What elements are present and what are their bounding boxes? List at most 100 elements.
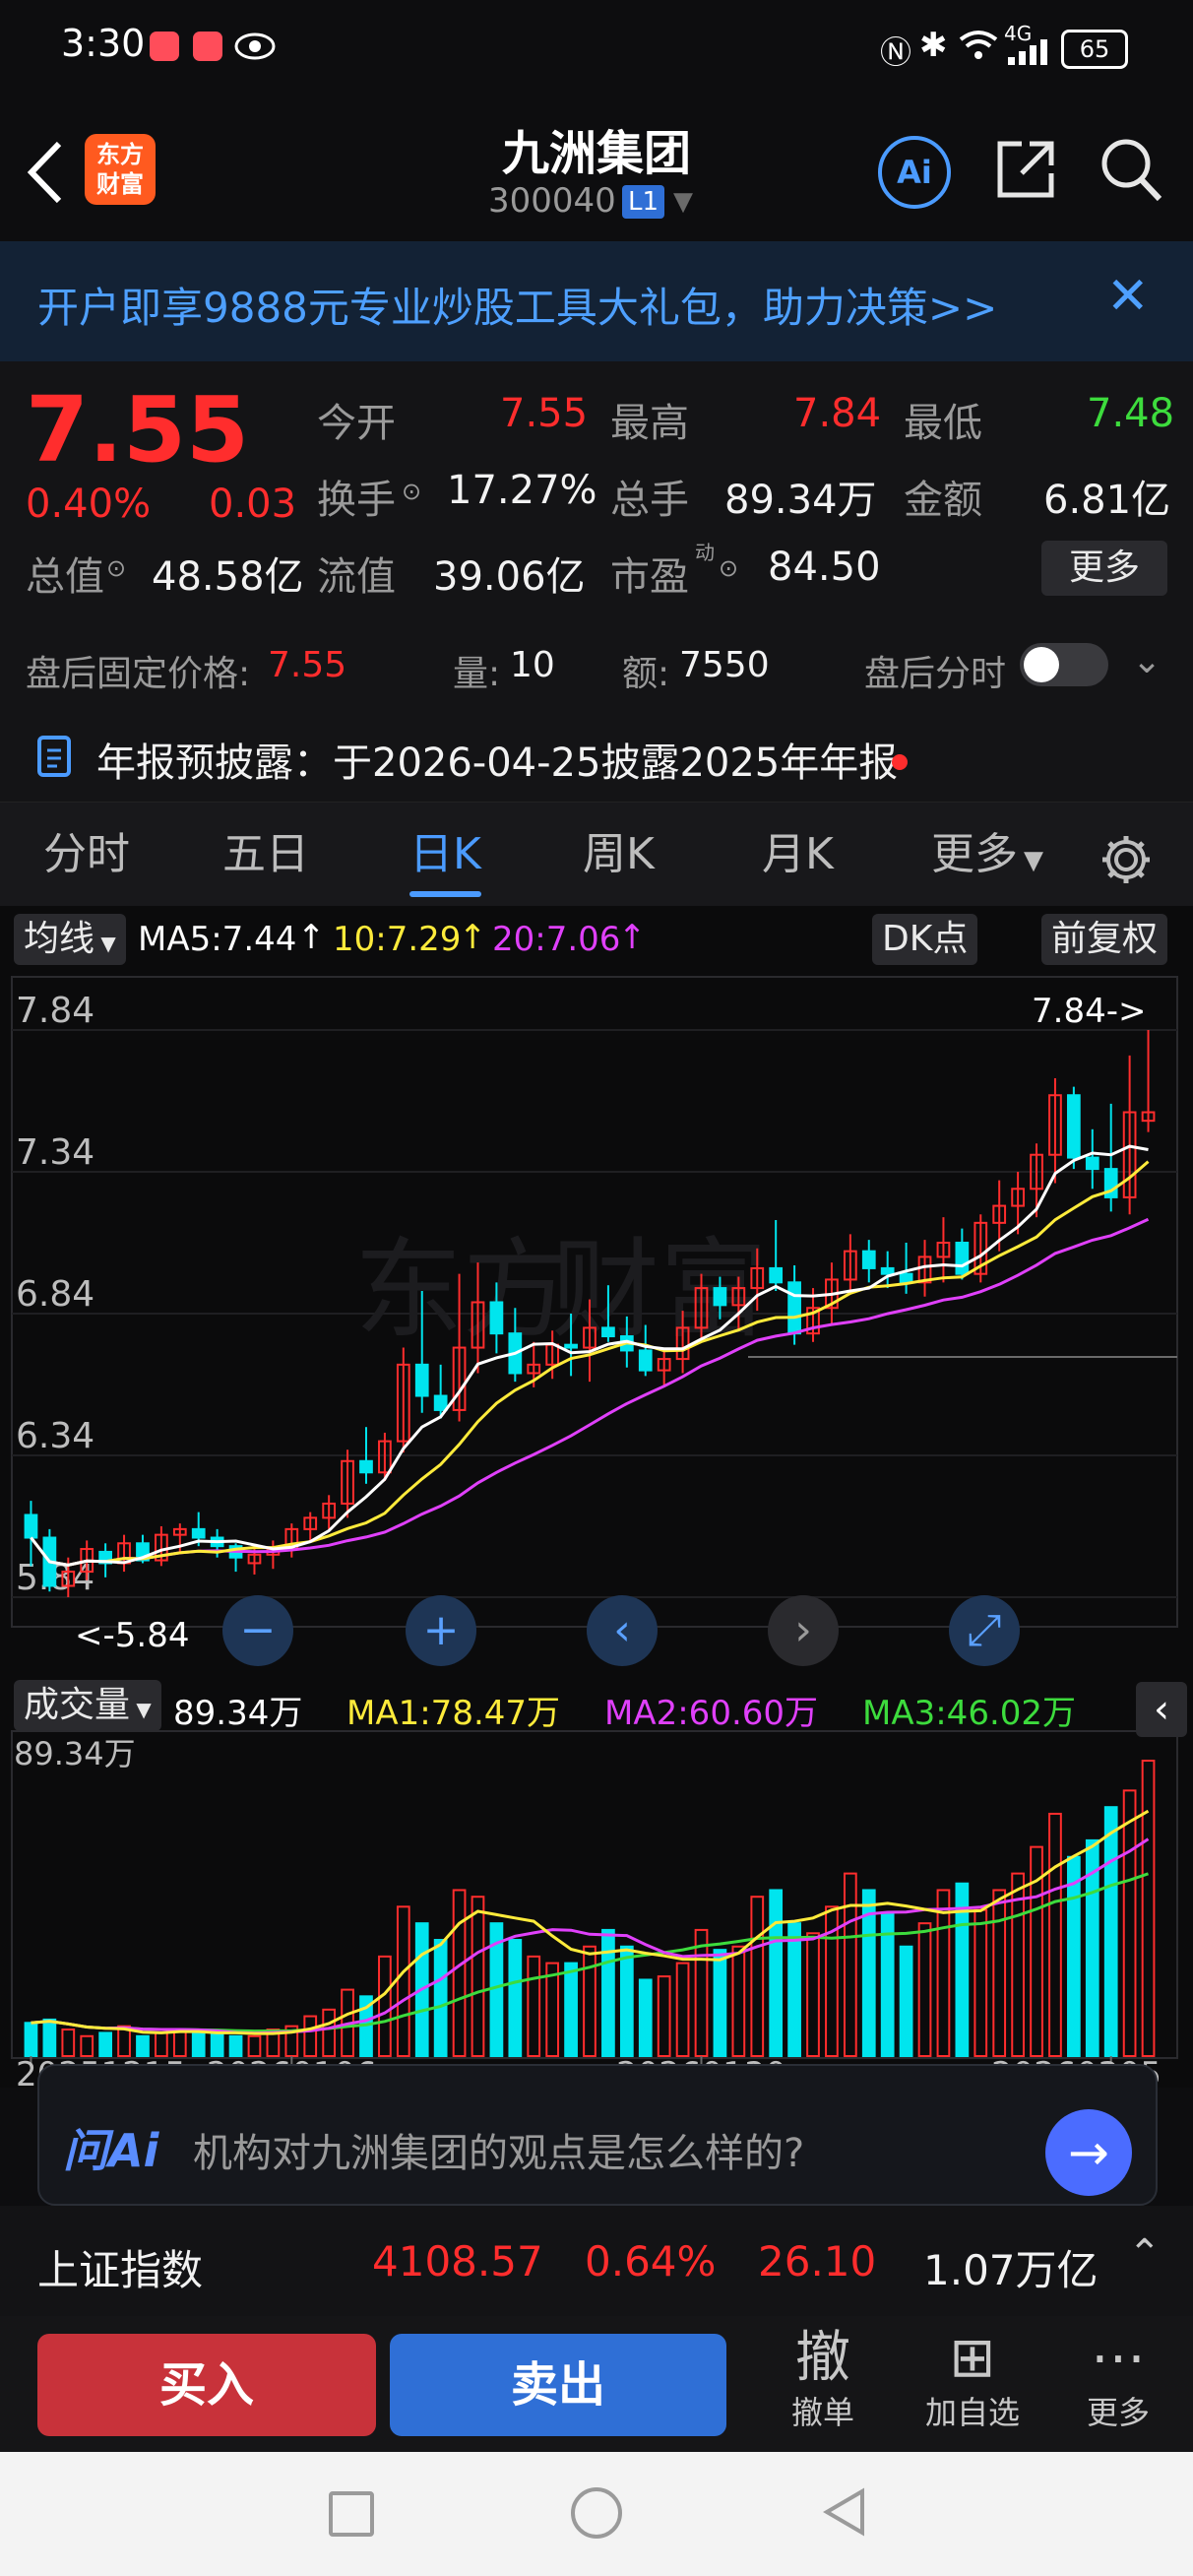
turnover-label: 换手	[317, 478, 396, 523]
volume-bar	[1048, 1812, 1062, 2057]
tab-monthly-k[interactable]: 月K	[762, 803, 834, 907]
vol-ma3-label: MA3:46.02万	[862, 1694, 1077, 1733]
chevron-down-icon[interactable]: ▼	[673, 187, 693, 217]
watermark: 东方	[354, 1227, 571, 1353]
open-label: 今开	[317, 401, 396, 446]
home-icon[interactable]	[571, 2487, 622, 2539]
volume-bar	[303, 2015, 318, 2057]
float-value: 39.06亿	[433, 554, 586, 600]
close-icon[interactable]: ✕	[1106, 267, 1150, 326]
unread-dot	[892, 754, 908, 770]
promo-banner[interactable]: 开户即享9888元专业炒股工具大礼包，助力决策>> ✕	[0, 241, 1193, 361]
annual-report-notice[interactable]: 年报预披露：于2026-04-25披露2025年年报	[0, 713, 1193, 802]
volume-bar	[1122, 1789, 1137, 2058]
volume-value: 89.34万	[724, 478, 877, 523]
pe-value: 84.50	[768, 545, 881, 590]
volume-bar	[322, 2008, 337, 2057]
document-icon	[37, 736, 71, 777]
kline-chart-area[interactable]: 均线 ▼ MA5:7.44 ↑ 10:7.29 ↑ 20:7.06 ↑ DK点 …	[0, 906, 1193, 2088]
y-tick-label: 6.84	[16, 1274, 94, 1315]
arrow-right-icon[interactable]: →	[1045, 2109, 1132, 2196]
volume-selector[interactable]: 成交量 ▼	[14, 1680, 161, 1731]
candle-body	[359, 1459, 373, 1474]
dk-point-button[interactable]: DK点	[872, 914, 978, 965]
index-change: 26.10	[758, 2237, 877, 2286]
tab-more[interactable]: 更多 ▼	[931, 803, 1043, 907]
tab-daily-k[interactable]: 日K	[409, 803, 481, 907]
chevron-up-icon[interactable]: ⌃	[1128, 2231, 1162, 2277]
zoom-out-button[interactable]: −	[222, 1595, 293, 1666]
nav-bar: 东方 财富 九洲集团 300040 L1 ▼ Ai	[0, 98, 1193, 241]
candle-body	[880, 1266, 895, 1275]
sell-button[interactable]: 卖出	[390, 2334, 726, 2436]
volume-bar	[1141, 1760, 1156, 2057]
volume-bar	[564, 1962, 578, 2057]
turnover-value: 17.27%	[447, 468, 597, 513]
ai-question-bar[interactable]: 问Ai 机构对九洲集团的观点是怎么样的? →	[37, 2064, 1158, 2206]
index-ticker[interactable]: 上证指数 4108.57 0.64% 26.10 1.07万亿 ⌃	[0, 2206, 1193, 2316]
volume-bar	[731, 1945, 746, 2057]
stock-code: 300040	[488, 181, 616, 221]
high-label: 最高	[610, 401, 689, 446]
ma-selector[interactable]: 均线 ▼	[14, 914, 126, 965]
candle-body	[955, 1242, 970, 1275]
scroll-left-button[interactable]: ‹	[587, 1595, 658, 1666]
y-tick-label: 7.34	[16, 1132, 94, 1173]
back-icon[interactable]	[22, 138, 69, 207]
expand-icon[interactable]: ⤢	[949, 1595, 1020, 1666]
mktcap-value: 48.58亿	[152, 554, 304, 600]
candle-body	[564, 1343, 578, 1349]
add-watchlist-button[interactable]: ⊞ 加自选	[913, 2324, 1032, 2432]
share-icon[interactable]	[994, 138, 1057, 201]
settings-gear-icon[interactable]	[1099, 832, 1154, 887]
volume-bar	[657, 1975, 671, 2058]
app-logo[interactable]: 东方 财富	[85, 134, 156, 205]
more-actions-label: 更多	[1086, 2394, 1150, 2431]
current-price: 7.55	[26, 377, 249, 483]
after-hours-amt-label: 额:	[622, 654, 670, 694]
notification-icon	[193, 32, 222, 61]
zoom-in-button[interactable]: +	[406, 1595, 476, 1666]
tab-five-day[interactable]: 五日	[222, 803, 309, 907]
cancel-order-button[interactable]: 撤 撤单	[764, 2324, 882, 2432]
volume-label: 总手	[610, 478, 689, 523]
tab-intraday[interactable]: 分时	[43, 803, 130, 907]
add-square-icon: ⊞	[949, 2326, 996, 2390]
chevron-down-icon[interactable]: ⌄	[1132, 641, 1162, 681]
candle-body	[861, 1250, 876, 1269]
status-time: 3:30	[61, 22, 146, 65]
volume-bar	[750, 1896, 765, 2058]
info-icon[interactable]: ⊙	[719, 554, 738, 582]
candle-body	[1085, 1156, 1099, 1171]
search-icon[interactable]	[1099, 136, 1163, 203]
back-triangle-icon[interactable]	[819, 2485, 868, 2539]
ai-icon[interactable]: Ai	[878, 136, 951, 209]
wifi-icon	[959, 31, 998, 59]
scroll-right-button[interactable]: ›	[768, 1595, 839, 1666]
notice-text[interactable]: 年报预披露：于2026-04-25披露2025年年报	[96, 731, 898, 788]
banner-text[interactable]: 开户即享9888元专业炒股工具大礼包，助力决策>>	[37, 275, 997, 335]
candle-body	[433, 1394, 448, 1411]
low-value: 7.48	[1087, 391, 1175, 436]
eye-icon	[234, 32, 276, 60]
collapse-panel-button[interactable]: ‹	[1136, 1682, 1187, 1737]
volume-bar	[1103, 1806, 1118, 2058]
buy-button[interactable]: 买入	[37, 2334, 376, 2436]
more-button[interactable]: 更多	[1041, 541, 1167, 596]
more-actions-button[interactable]: ⋯ 更多	[1059, 2324, 1177, 2432]
notification-icon	[150, 32, 179, 61]
volume-bar	[155, 2031, 168, 2058]
info-icon[interactable]: ⊙	[402, 478, 421, 505]
change-value: 0.03	[209, 482, 297, 527]
pe-label: 市盈	[610, 554, 689, 600]
logo-line1: 东方	[96, 141, 144, 168]
pe-superscript: 动	[695, 541, 715, 564]
info-icon[interactable]: ⊙	[106, 554, 126, 582]
recent-apps-icon[interactable]	[329, 2491, 374, 2537]
candlestick-chart[interactable]: 东方 财富 7.847.346.846.345.84 7.84-><-5.84 …	[0, 973, 1193, 2088]
tab-weekly-k[interactable]: 周K	[583, 803, 655, 907]
low-label: 最低	[904, 401, 982, 446]
after-hours-toggle[interactable]	[1020, 643, 1108, 686]
ai-question-text[interactable]: 机构对九洲集团的观点是怎么样的?	[193, 2121, 804, 2178]
adjust-button[interactable]: 前复权	[1041, 914, 1168, 965]
